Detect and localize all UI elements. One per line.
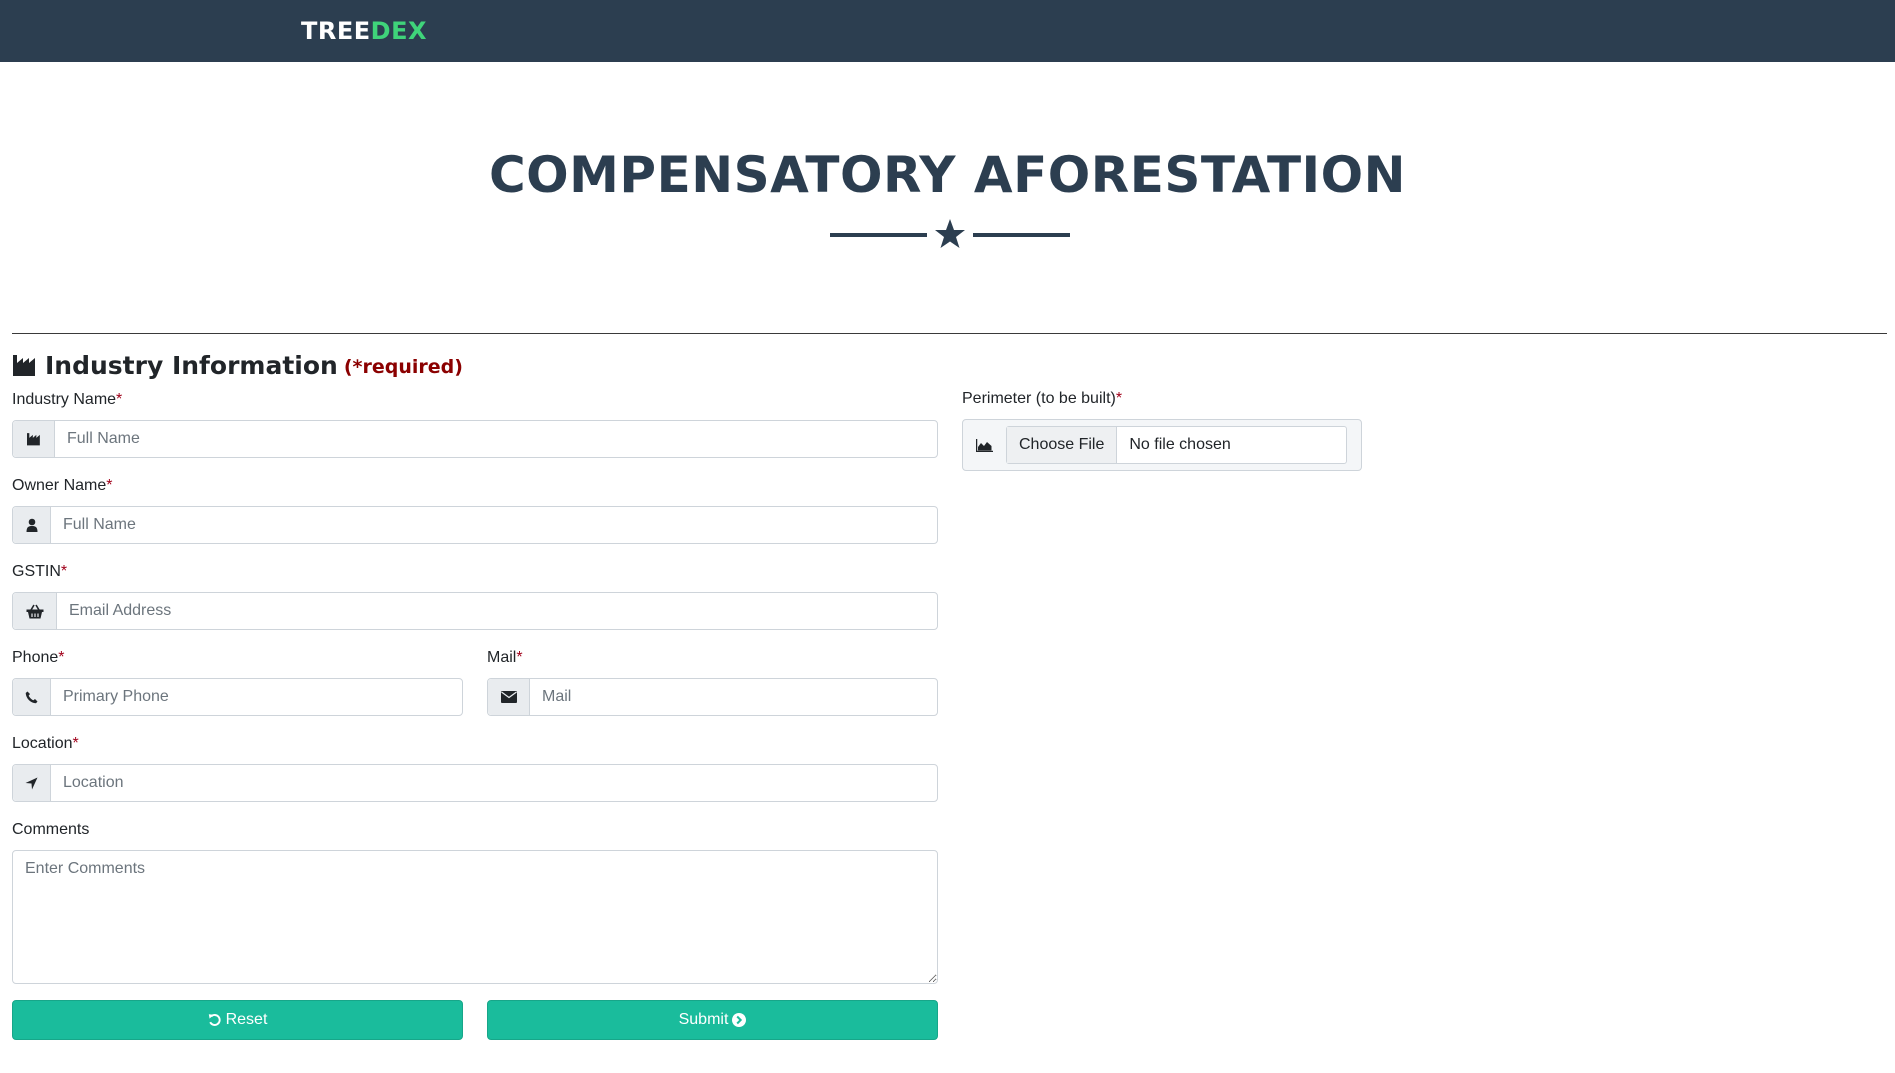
divider-line-right xyxy=(973,233,1070,237)
industry-name-input[interactable] xyxy=(55,421,937,457)
perimeter-file-group: Choose File No file chosen xyxy=(962,419,1362,471)
required-asterisk: * xyxy=(72,735,79,752)
gstin-label-text: GSTIN xyxy=(12,563,61,580)
submit-label: Submit xyxy=(678,1011,729,1028)
gstin-label: GSTIN* xyxy=(12,562,67,582)
industry-name-group xyxy=(12,420,938,458)
owner-name-input[interactable] xyxy=(51,507,937,543)
reset-button[interactable]: Reset xyxy=(12,1000,463,1040)
gstin-group xyxy=(12,592,938,630)
gstin-input[interactable] xyxy=(57,593,937,629)
choose-file-button[interactable]: Choose File xyxy=(1007,427,1118,463)
area-chart-icon xyxy=(963,420,1006,470)
owner-name-label-text: Owner Name xyxy=(12,477,107,494)
required-asterisk: * xyxy=(1115,390,1123,407)
reset-label: Reset xyxy=(225,1011,268,1028)
industry-name-label: Industry Name* xyxy=(12,390,122,410)
mail-group xyxy=(487,678,938,716)
undo-icon xyxy=(208,1014,221,1026)
arrow-circle-right-icon xyxy=(732,1013,747,1027)
brand-part-2: DEX xyxy=(370,17,427,45)
required-asterisk: * xyxy=(116,391,123,408)
phone-group xyxy=(12,678,463,716)
title-divider xyxy=(830,218,1070,250)
required-asterisk: * xyxy=(58,649,65,666)
submit-button[interactable]: Submit xyxy=(487,1000,938,1040)
mail-label-text: Mail xyxy=(487,649,517,666)
basket-icon xyxy=(13,593,57,629)
comments-label: Comments xyxy=(12,821,90,838)
navbar: TREEDEX xyxy=(0,0,1895,62)
required-asterisk: * xyxy=(60,563,68,580)
location-input[interactable] xyxy=(51,765,937,801)
required-asterisk: * xyxy=(516,649,523,666)
section-title: Industry Information xyxy=(45,350,338,380)
file-status: No file chosen xyxy=(1129,436,1231,453)
industry-icon xyxy=(13,421,55,457)
user-icon xyxy=(13,507,51,543)
comments-textarea[interactable] xyxy=(12,850,938,984)
phone-label: Phone* xyxy=(12,648,65,668)
location-group xyxy=(12,764,938,802)
phone-label-text: Phone xyxy=(12,649,59,666)
page-title: COMPENSATORY AFORESTATION xyxy=(488,146,1407,204)
mail-input[interactable] xyxy=(530,679,937,715)
phone-input[interactable] xyxy=(51,679,462,715)
file-input[interactable]: Choose File No file chosen xyxy=(1006,426,1347,464)
star-icon xyxy=(935,219,965,248)
brand-part-1: TREE xyxy=(301,17,371,45)
brand-logo[interactable]: TREEDEX xyxy=(301,16,427,46)
divider-line-left xyxy=(830,233,927,237)
location-arrow-icon xyxy=(13,765,51,801)
location-label: Location* xyxy=(12,734,79,754)
perimeter-label-text: Perimeter (to be built) xyxy=(962,390,1116,407)
industry-name-label-text: Industry Name xyxy=(12,391,117,408)
envelope-icon xyxy=(488,679,530,715)
mail-label: Mail* xyxy=(487,648,523,668)
location-label-text: Location xyxy=(12,735,73,752)
industry-icon xyxy=(13,355,35,376)
perimeter-label: Perimeter (to be built)* xyxy=(962,389,1122,409)
owner-name-label: Owner Name* xyxy=(12,476,112,496)
section-divider xyxy=(12,333,1887,334)
phone-icon xyxy=(13,679,51,715)
required-asterisk: * xyxy=(106,477,113,494)
required-note: (*required) xyxy=(343,356,463,378)
section-header: Industry Information (*required) xyxy=(12,348,463,382)
owner-name-group xyxy=(12,506,938,544)
